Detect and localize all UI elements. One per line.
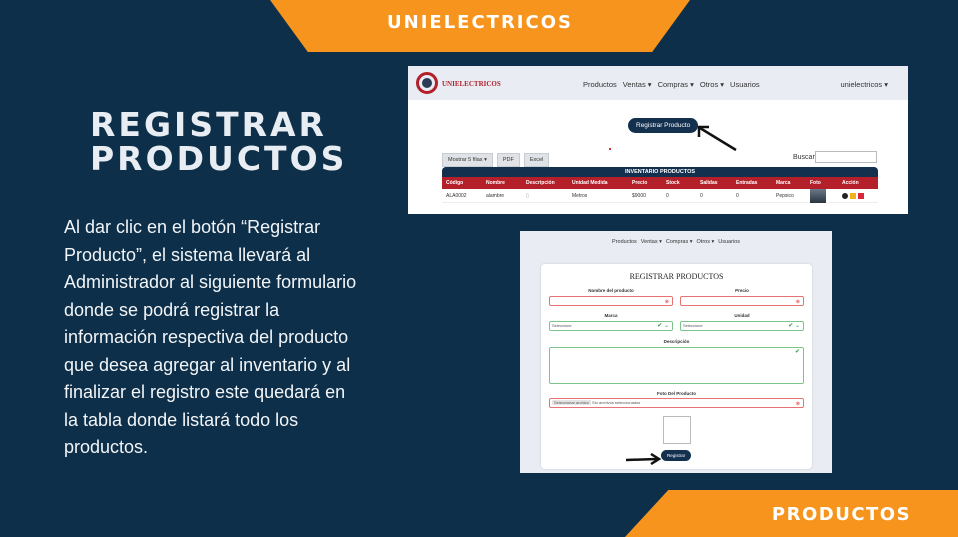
cell-salidas: 0 <box>700 192 703 199</box>
col-salidas[interactable]: Salidas <box>696 180 732 186</box>
nav-menu: Productos Ventas ▾ Compras ▾ Otros ▾ Usu… <box>583 80 760 89</box>
cell-stock: 0 <box>666 192 669 199</box>
nav-item-productos[interactable]: Productos <box>612 239 637 245</box>
nav-item-compras[interactable]: Compras ▾ <box>666 239 693 245</box>
cell-entradas: 0 <box>736 192 739 199</box>
register-form: REGISTRAR PRODUCTOS Nombre del producto … <box>541 264 812 469</box>
col-accion: Acción <box>842 180 859 186</box>
nav-item-usuarios[interactable]: Usuarios <box>718 239 740 245</box>
error-icon: ⊗ <box>664 299 669 305</box>
arrow-icon <box>625 453 662 465</box>
col-stock[interactable]: Stock <box>662 180 696 186</box>
check-icon: ✔ <box>794 349 800 355</box>
error-icon: ⊗ <box>795 299 800 305</box>
edit-icon[interactable] <box>850 192 856 199</box>
col-unidad[interactable]: Unidad Medida <box>568 180 628 186</box>
user-menu[interactable]: unielectricos ▾ <box>840 80 888 89</box>
trash-icon: ▯ <box>526 192 529 199</box>
page-title: REGISTRAR PRODUCTOS <box>90 105 348 178</box>
product-photo <box>810 188 826 203</box>
table-row: ALA0002 alambre ▯ Metros $9000 0 0 0 Pep… <box>442 188 878 203</box>
nav-item-otros[interactable]: Otros ▾ <box>700 80 724 89</box>
excel-button[interactable]: Excel <box>523 153 550 167</box>
title-line-2: PRODUCTOS <box>90 139 348 178</box>
logo-icon <box>416 72 438 94</box>
table-title: INVENTARIO PRODUCTOS <box>442 167 878 177</box>
cell-precio: $9000 <box>632 192 646 199</box>
photo-file-input[interactable]: Seleccionar archivo Sin archivos selecci… <box>549 398 804 408</box>
cell-foto <box>806 188 838 203</box>
nav-item-ventas[interactable]: Ventas ▾ <box>623 80 652 89</box>
check-icon: ✔ ⌄ <box>657 323 669 329</box>
submit-button[interactable]: Registrar <box>661 450 692 461</box>
description-textarea[interactable]: ✔ <box>549 347 804 384</box>
unit-select-value: Seleccione <box>683 323 703 328</box>
col-nombre[interactable]: Nombre <box>482 180 522 186</box>
inventory-screenshot: UNIELECTRICOS Productos Ventas ▾ Compras… <box>408 66 908 214</box>
photo-preview <box>663 416 691 444</box>
cell-descripcion: ▯ <box>522 193 568 199</box>
marker-dot <box>609 148 611 150</box>
pdf-button[interactable]: PDF <box>496 153 520 167</box>
price-input[interactable]: ⊗ <box>680 296 804 306</box>
nav-item-ventas[interactable]: Ventas ▾ <box>641 239 662 245</box>
form-title: REGISTRAR PRODUCTOS <box>629 272 724 281</box>
top-banner-text: UNIELECTRICOS <box>387 12 573 33</box>
file-status: Sin archivos seleccionados <box>592 400 641 405</box>
nav-item-otros[interactable]: Otros ▾ <box>697 239 715 245</box>
unit-select[interactable]: Seleccione ✔ ⌄ <box>680 321 804 331</box>
rows-select[interactable]: Mostrar 5 filas ▾ <box>442 153 493 167</box>
col-precio[interactable]: Precio <box>628 180 662 186</box>
nav-item-compras[interactable]: Compras ▾ <box>658 80 694 89</box>
col-marca[interactable]: Marca <box>772 180 806 186</box>
bottom-banner-text: PRODUCTOS <box>771 504 912 525</box>
description-label: Descripción <box>663 339 690 344</box>
bottom-banner: PRODUCTOS <box>625 490 958 537</box>
check-icon: ✔ ⌄ <box>788 323 800 329</box>
photo-label: Foto Del Producto <box>657 391 696 396</box>
cell-unidad: Metros <box>572 192 588 199</box>
choose-file-button[interactable]: Seleccionar archivo <box>552 400 591 405</box>
brand-name: UNIELECTRICOS <box>442 80 501 88</box>
view-icon[interactable] <box>842 192 848 199</box>
brand-label: Marca <box>604 313 618 318</box>
title-line-1: REGISTRAR <box>90 105 327 144</box>
table-toolbar: Mostrar 5 filas ▾ PDF Excel <box>442 153 550 167</box>
inventory-table: INVENTARIO PRODUCTOS Código Nombre Descr… <box>442 167 878 203</box>
brand-select[interactable]: Seleccione ✔ ⌄ <box>549 321 673 331</box>
search-input[interactable] <box>815 151 877 163</box>
search-label: Buscar: <box>793 154 817 161</box>
register-product-button[interactable]: Registrar Producto <box>628 118 699 133</box>
cell-accion <box>838 192 874 199</box>
cell-codigo: ALA0002 <box>446 192 467 199</box>
arrow-icon <box>697 125 737 152</box>
col-descripcion[interactable]: Descripción <box>522 180 568 186</box>
nav-item-usuarios[interactable]: Usuarios <box>730 80 760 89</box>
error-icon: ⊗ <box>795 401 800 407</box>
navbar: Productos Ventas ▾ Compras ▾ Otros ▾ Usu… <box>520 231 832 253</box>
top-banner: UNIELECTRICOS <box>270 0 690 52</box>
col-codigo[interactable]: Código <box>442 180 482 186</box>
description-text: Al dar clic en el botón “Registrar Produ… <box>64 217 357 457</box>
name-input[interactable]: ⊗ <box>549 296 673 306</box>
register-form-screenshot: Productos Ventas ▾ Compras ▾ Otros ▾ Usu… <box>520 231 832 473</box>
unit-label: Unidad <box>734 313 750 318</box>
brand-select-value: Seleccione <box>552 323 572 328</box>
table-header: Código Nombre Descripción Unidad Medida … <box>442 177 878 189</box>
delete-icon[interactable] <box>858 192 864 199</box>
name-label: Nombre del producto <box>588 288 634 293</box>
cell-nombre: alambre <box>486 192 505 199</box>
price-label: Precio <box>735 288 749 293</box>
nav-item-productos[interactable]: Productos <box>583 80 617 89</box>
cell-marca: Pepsico <box>776 192 794 199</box>
navbar: UNIELECTRICOS Productos Ventas ▾ Compras… <box>408 66 908 100</box>
col-foto[interactable]: Foto <box>806 180 838 186</box>
col-entradas[interactable]: Entradas <box>732 180 772 186</box>
